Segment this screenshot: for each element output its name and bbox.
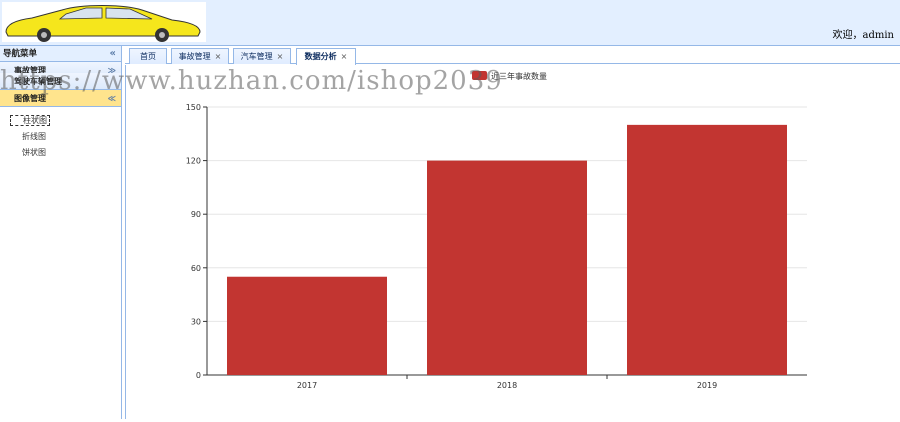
y-tick-label: 150 bbox=[186, 103, 201, 112]
watermark-text: https://www.huzhan.com/ishop2039 bbox=[0, 66, 503, 96]
nav-menu-title-label: 导航菜单 bbox=[3, 49, 38, 59]
y-tick-label: 120 bbox=[186, 157, 201, 166]
tree-item-pie-chart[interactable]: 饼状图 bbox=[0, 145, 121, 161]
y-tick-label: 30 bbox=[191, 317, 201, 326]
y-tick-label: 60 bbox=[191, 264, 201, 273]
bar-2017 bbox=[227, 276, 387, 375]
tab-car-management[interactable]: 汽车管理 × bbox=[233, 48, 291, 64]
nav-sidebar: 导航菜单 « 事故管理 ≫ 驾驶车辆管理 图像管理 ≪ 柱状图 折线图 饼状图 bbox=[0, 46, 122, 419]
logo-car bbox=[2, 2, 206, 42]
tab-home[interactable]: 首页 bbox=[129, 48, 167, 64]
chart-content: 0 30 60 90 120 150 2017 2018 2019 近三年事故数量 bbox=[125, 65, 900, 419]
image-tree: 柱状图 折线图 饼状图 bbox=[0, 107, 121, 161]
tab-accident-management[interactable]: 事故管理 × bbox=[171, 48, 229, 64]
close-icon[interactable]: × bbox=[341, 52, 348, 61]
tab-bar: 首页 事故管理 × 汽车管理 × 数据分析 × bbox=[125, 46, 900, 65]
app-header: 欢迎，admin bbox=[0, 0, 900, 46]
y-tick-label: 90 bbox=[191, 210, 201, 219]
y-tick-label: 0 bbox=[196, 371, 201, 380]
tree-item-bar-chart[interactable]: 柱状图 bbox=[0, 113, 121, 129]
x-tick-label: 2018 bbox=[497, 381, 517, 390]
tree-item-line-chart[interactable]: 折线图 bbox=[0, 129, 121, 145]
x-tick-label: 2017 bbox=[297, 381, 317, 390]
close-icon[interactable]: × bbox=[277, 52, 284, 61]
tab-data-analysis[interactable]: 数据分析 × bbox=[296, 48, 356, 65]
close-icon[interactable]: × bbox=[215, 52, 222, 61]
welcome-text: 欢迎，admin bbox=[832, 30, 894, 41]
x-tick-label: 2019 bbox=[697, 381, 717, 390]
car-logo-image bbox=[5, 5, 201, 42]
bar-chart: 03060901201502017 2018 2019近三年事故数量 bbox=[186, 71, 807, 390]
bar-2019 bbox=[627, 124, 787, 375]
main-panel: 首页 事故管理 × 汽车管理 × 数据分析 × 0 30 60 90 120 150 2017 20… bbox=[125, 46, 900, 419]
collapse-left-icon[interactable]: « bbox=[110, 46, 116, 62]
nav-menu-title: 导航菜单 « bbox=[0, 46, 121, 62]
bar-2018 bbox=[427, 160, 587, 375]
